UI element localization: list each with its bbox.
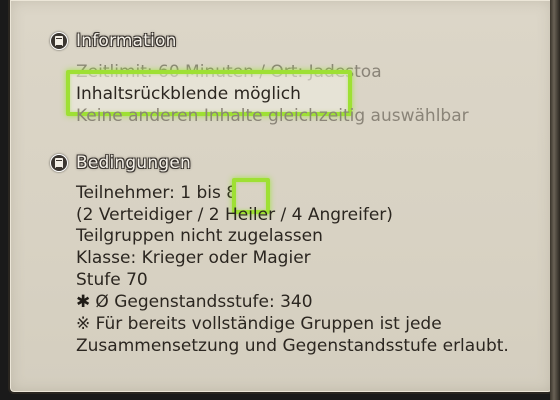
role-composition-line: (2 Verteidiger / 2 Heiler / 4 Angreifer): [76, 205, 393, 225]
duty-info-window: Information Zeitlimit: 60 Minuten / Ort:…: [0, 0, 560, 400]
document-icon: [50, 154, 68, 172]
level-line: Stufe 70: [76, 270, 148, 290]
participants-prefix: Teilnehmer: 1 bis: [76, 183, 227, 203]
item-level-icon: ✱: [76, 292, 91, 312]
document-icon: [50, 32, 68, 50]
replay-possible-line: Inhaltsrückblende möglich: [76, 84, 301, 104]
duty-info-panel: Information Zeitlimit: 60 Minuten / Ort:…: [8, 0, 554, 394]
class-line: Klasse: Krieger oder Magier: [76, 248, 311, 268]
no-partial-groups-line: Teilgruppen nicht zugelassen: [76, 226, 323, 246]
note-line-2: Zusammensetzung und Gegenstandsstufe erl…: [76, 336, 509, 356]
item-level-text: Ø Gegenstandsstufe: 340: [95, 292, 313, 312]
information-title: Information: [76, 31, 177, 51]
participants-line: Teilnehmer: 1 bis 8: [76, 183, 237, 204]
conditions-title: Bedingungen: [76, 153, 191, 173]
item-level-line: ✱ Ø Gegenstandsstufe: 340: [76, 292, 313, 313]
information-header: Information: [50, 30, 177, 52]
window-edge: [550, 0, 560, 400]
no-other-content-line: Keine anderen Inhalte gleichzeitig auswä…: [76, 106, 469, 126]
conditions-header: Bedingungen: [50, 152, 191, 174]
note-line-1: ※ Für bereits vollständige Gruppen ist j…: [76, 314, 442, 334]
